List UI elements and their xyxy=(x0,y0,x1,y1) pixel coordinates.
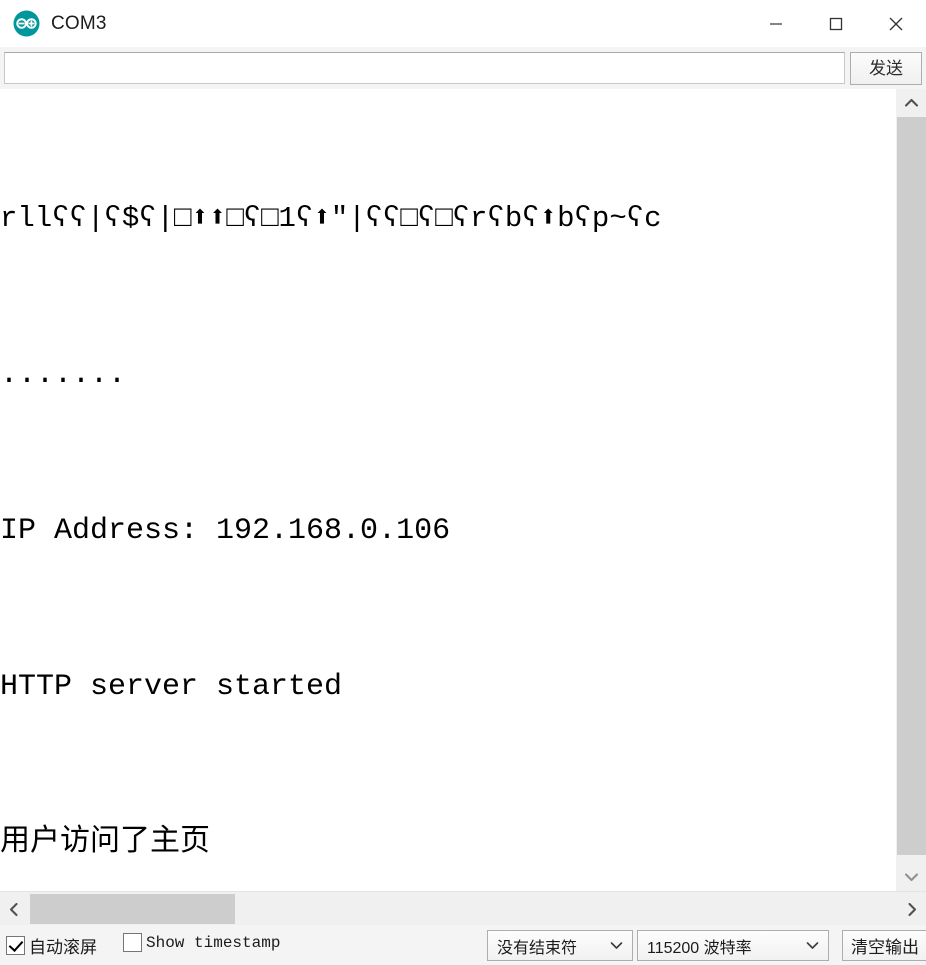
output-line: ....... xyxy=(0,358,127,392)
show-timestamp-label: Show timestamp xyxy=(146,933,281,952)
autoscroll-label: 自动滚屏 xyxy=(29,938,97,957)
send-row: 发送 xyxy=(0,47,926,89)
title-bar: COM3 xyxy=(0,0,926,47)
line-ending-select[interactable]: 没有结束符 xyxy=(487,930,633,961)
window-controls xyxy=(746,0,926,47)
chevron-right-icon xyxy=(908,902,917,916)
close-button[interactable] xyxy=(866,0,926,47)
send-button[interactable]: 发送 xyxy=(850,52,922,85)
output-line: 用户访问了主页 xyxy=(0,826,210,860)
chevron-down-icon xyxy=(610,941,623,950)
send-input[interactable] xyxy=(4,52,845,84)
window-title: COM3 xyxy=(51,12,107,34)
autoscroll-checkbox[interactable]: 自动滚屏 xyxy=(6,933,97,958)
maximize-icon xyxy=(829,17,843,30)
scroll-left-button[interactable] xyxy=(0,893,28,925)
output-line: IP Address: 192.168.0.106 xyxy=(0,514,451,548)
close-icon xyxy=(889,17,903,30)
scroll-up-button[interactable] xyxy=(896,89,926,117)
chevron-left-icon xyxy=(9,902,18,916)
scroll-down-button[interactable] xyxy=(896,863,926,891)
checkbox-unchecked-icon xyxy=(123,933,142,952)
output-line: HTTP server started xyxy=(0,670,343,704)
show-timestamp-checkbox[interactable]: Show timestamp xyxy=(123,933,280,952)
line-ending-value: 没有结束符 xyxy=(497,939,578,957)
scroll-right-button[interactable] xyxy=(898,893,926,925)
horizontal-scrollbar[interactable] xyxy=(0,891,926,925)
minimize-icon xyxy=(770,22,782,25)
serial-monitor-window: COM3 发送 rllʕʕ|ʕ$ʕ|□⬆⬆□ʕ□1ʕ⬆"|ʕʕ□ʕ□ʕrʕbʕ⬆… xyxy=(0,0,926,965)
checkbox-checked-icon xyxy=(6,936,25,955)
maximize-button[interactable] xyxy=(806,0,866,47)
status-bar: 自动滚屏 Show timestamp 没有结束符 115200 波特率 清空输… xyxy=(0,926,926,965)
horizontal-scroll-thumb[interactable] xyxy=(30,894,235,924)
baud-rate-value: 115200 波特率 xyxy=(647,939,752,957)
chevron-up-icon xyxy=(904,98,918,107)
minimize-button[interactable] xyxy=(746,0,806,47)
vertical-scroll-thumb[interactable] xyxy=(897,117,926,855)
vertical-scrollbar[interactable] xyxy=(895,89,926,891)
chevron-down-icon xyxy=(806,941,819,950)
clear-output-button[interactable]: 清空输出 xyxy=(842,930,926,961)
serial-output-area[interactable]: rllʕʕ|ʕ$ʕ|□⬆⬆□ʕ□1ʕ⬆"|ʕʕ□ʕ□ʕrʕbʕ⬆bʕp~ʕc .… xyxy=(0,89,926,891)
arduino-infinity-icon xyxy=(13,10,40,37)
serial-output-text: rllʕʕ|ʕ$ʕ|□⬆⬆□ʕ□1ʕ⬆"|ʕʕ□ʕ□ʕrʕbʕ⬆bʕp~ʕc .… xyxy=(0,89,900,891)
baud-rate-select[interactable]: 115200 波特率 xyxy=(637,930,829,961)
output-line: rllʕʕ|ʕ$ʕ|□⬆⬆□ʕ□1ʕ⬆"|ʕʕ□ʕ□ʕrʕbʕ⬆bʕp~ʕc xyxy=(0,202,662,235)
chevron-down-icon xyxy=(904,873,918,882)
